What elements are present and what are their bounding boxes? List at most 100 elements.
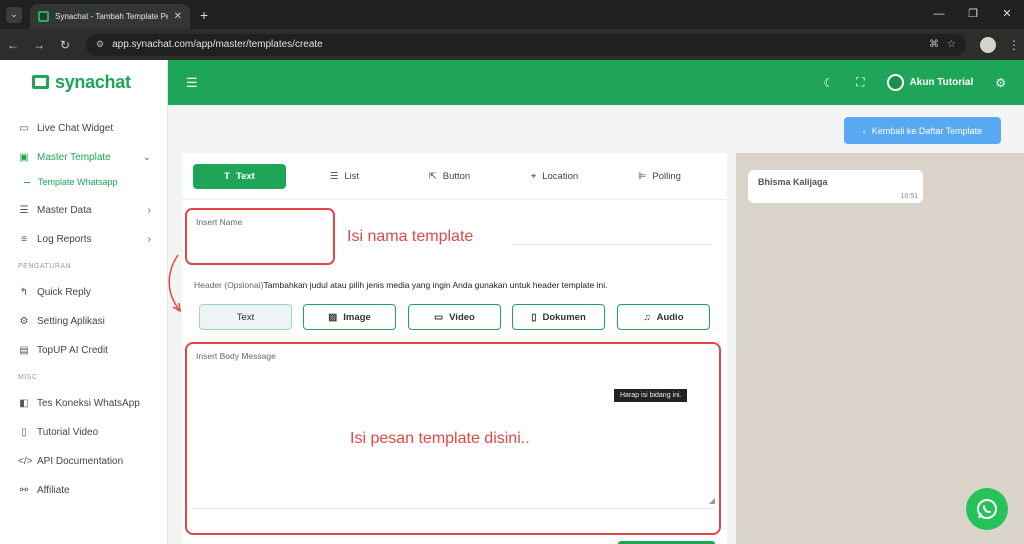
url-field[interactable]: ⚙ app.synachat.com/app/master/templates/… — [86, 33, 966, 56]
body-message-field[interactable]: Insert Body Message Isi pesan template d… — [185, 342, 721, 535]
section-header-settings: PENGATURAN — [18, 262, 72, 270]
header-document-button[interactable]: ▯ Dokumen — [512, 304, 605, 330]
whatsapp-icon — [977, 499, 997, 519]
sidebar-item-api-documentation[interactable]: </> API Documentation — [0, 447, 167, 476]
reply-icon: ↰ — [19, 287, 29, 298]
tab-title: Synachat - Tambah Template Pesa — [55, 12, 168, 21]
dash-marker — [24, 181, 30, 183]
media-button-label: Text — [236, 311, 255, 323]
close-window-icon[interactable]: ✕ — [990, 0, 1024, 29]
preview-sender: Bhisma Kalijaga — [758, 177, 828, 187]
back-to-template-list-button[interactable]: ‹ Kembali ke Daftar Template — [844, 117, 1001, 144]
tab-polling[interactable]: ⊫ Polling — [613, 164, 706, 189]
header-section-label: Header (Opsional)Tambahkan judul atau pi… — [194, 280, 607, 290]
media-button-label: Image — [343, 311, 371, 323]
url-text: app.synachat.com/app/master/templates/cr… — [112, 39, 323, 50]
reload-icon[interactable]: ↻ — [52, 38, 78, 52]
chevron-down-icon: ⌄ — [142, 152, 151, 163]
translate-icon[interactable]: ⌘ — [929, 39, 939, 50]
forward-icon[interactable]: → — [26, 38, 52, 52]
logo-icon — [32, 75, 49, 89]
sidebar-item-master-data[interactable]: ☰ Master Data › — [0, 196, 167, 225]
header-hint: Tambahkan judul atau pilih jenis media y… — [263, 280, 608, 290]
name-field-label: Insert Name — [196, 217, 243, 227]
bookmark-star-icon[interactable]: ☆ — [947, 39, 956, 50]
image-icon: ▨ — [328, 311, 338, 323]
sidebar-item-label: Master Template — [37, 152, 111, 163]
whatsapp-float-button[interactable] — [966, 488, 1008, 530]
validation-tooltip: Harap isi bidang ini. — [614, 389, 688, 402]
sidebar-item-tes-koneksi-whatsapp[interactable]: ◧ Tes Koneksi WhatsApp — [0, 389, 167, 418]
tab-text[interactable]: T Text — [193, 163, 286, 189]
whatsapp-preview-panel: Bhisma Kalijaga 10:51 — [736, 153, 1024, 544]
sidebar-item-log-reports[interactable]: ≡ Log Reports › — [0, 225, 167, 254]
close-tab-icon[interactable]: ✕ — [174, 11, 182, 22]
tab-label: List — [344, 170, 360, 182]
sidebar-item-label: Setting Aplikasi — [37, 316, 105, 327]
tab-button[interactable]: ⇱ Button — [403, 164, 496, 189]
sidebar-subitem-label: Template Whatsapp — [38, 177, 118, 187]
external-link-icon: ⇱ — [428, 170, 437, 182]
chevron-right-icon: › — [147, 234, 151, 245]
code-icon: </> — [18, 456, 33, 467]
sidebar-item-quick-reply[interactable]: ↰ Quick Reply — [0, 278, 167, 307]
tab-label: Button — [442, 170, 471, 182]
restore-icon[interactable]: ❐ — [956, 0, 990, 29]
header-label: Header (Opsional) — [194, 280, 264, 290]
app-topbar: ☰ ☾ ⛶ Akun Tutorial ⚙ — [168, 60, 1024, 105]
address-bar-row: ← → ↻ ⚙ app.synachat.com/app/master/temp… — [0, 29, 1024, 60]
site-info-icon[interactable]: ⚙ — [96, 39, 104, 50]
sidebar-item-label: Tes Koneksi WhatsApp — [37, 398, 140, 409]
network-icon: ⚯ — [19, 485, 29, 496]
browser-tab-bar: ⌄ Synachat - Tambah Template Pesa ✕ + — … — [0, 0, 1024, 29]
profile-avatar[interactable] — [980, 36, 996, 53]
list-icon: ☰ — [19, 205, 29, 216]
sidebar-item-tutorial-video[interactable]: ▯ Tutorial Video — [0, 418, 167, 447]
header-text-button[interactable]: Text — [199, 304, 292, 330]
user-menu[interactable]: Akun Tutorial — [886, 74, 974, 91]
settings-gear-icon[interactable]: ⚙ — [995, 76, 1006, 90]
header-video-button[interactable]: ▭ Video — [408, 304, 501, 330]
sidebar-item-setting-aplikasi[interactable]: ⚙ Setting Aplikasi — [0, 307, 167, 336]
template-icon: ▣ — [19, 152, 29, 163]
gear-icon: ⚙ — [19, 316, 29, 327]
name-field-underline — [512, 244, 712, 245]
sidebar-item-label: TopUP AI Credit — [37, 345, 108, 356]
browser-tab[interactable]: Synachat - Tambah Template Pesa ✕ — [30, 4, 190, 29]
chevron-left-icon: ‹ — [862, 125, 866, 136]
window-controls: — ❐ ✕ — [922, 0, 1024, 29]
new-tab-icon[interactable]: + — [200, 7, 208, 23]
back-icon[interactable]: ← — [0, 38, 26, 52]
favicon-icon — [38, 11, 49, 22]
location-pin-icon: ⌖ — [530, 170, 537, 182]
tab-location[interactable]: ⌖ Location — [508, 164, 601, 189]
sidebar-item-topup-ai-credit[interactable]: ▤ TopUP AI Credit — [0, 336, 167, 365]
fullscreen-icon[interactable]: ⛶ — [856, 75, 864, 90]
browser-menu-icon[interactable]: ⋮ — [1008, 38, 1020, 52]
resize-handle-icon[interactable]: ◢ — [709, 496, 715, 505]
body-annotation: Isi pesan template disini.. — [350, 430, 530, 447]
sidebar-item-affiliate[interactable]: ⚯ Affiliate — [0, 476, 167, 505]
sidebar: synachat ▭ Live Chat Widget ▣ Master Tem… — [0, 60, 168, 544]
tab-label: Polling — [652, 170, 681, 182]
brand-name: synachat — [55, 71, 131, 92]
header-image-button[interactable]: ▨ Image — [303, 304, 396, 330]
credit-card-icon: ▤ — [19, 345, 29, 356]
back-button-label: Kembali ke Daftar Template — [871, 125, 983, 136]
user-name: Akun Tutorial — [909, 77, 974, 88]
sidebar-item-master-template[interactable]: ▣ Master Template ⌄ — [0, 143, 167, 172]
hamburger-menu-icon[interactable]: ☰ — [186, 75, 198, 91]
sidebar-item-label: Tutorial Video — [37, 427, 99, 438]
tab-list[interactable]: ☰ List — [298, 164, 391, 189]
body-field-label: Insert Body Message — [196, 351, 276, 361]
sidebar-item-live-chat-widget[interactable]: ▭ Live Chat Widget — [0, 114, 167, 143]
media-button-label: Video — [449, 311, 475, 323]
minimize-icon[interactable]: — — [922, 0, 956, 29]
sidebar-subitem-template-whatsapp[interactable]: Template Whatsapp — [0, 172, 167, 192]
header-audio-button[interactable]: ♫ Audio — [617, 304, 710, 330]
brand-logo[interactable]: synachat — [0, 60, 167, 104]
tab-search-icon[interactable]: ⌄ — [6, 6, 22, 23]
tab-label: Text — [235, 170, 255, 182]
dark-mode-moon-icon[interactable]: ☾ — [823, 76, 834, 90]
template-name-field[interactable]: Insert Name — [185, 208, 335, 265]
